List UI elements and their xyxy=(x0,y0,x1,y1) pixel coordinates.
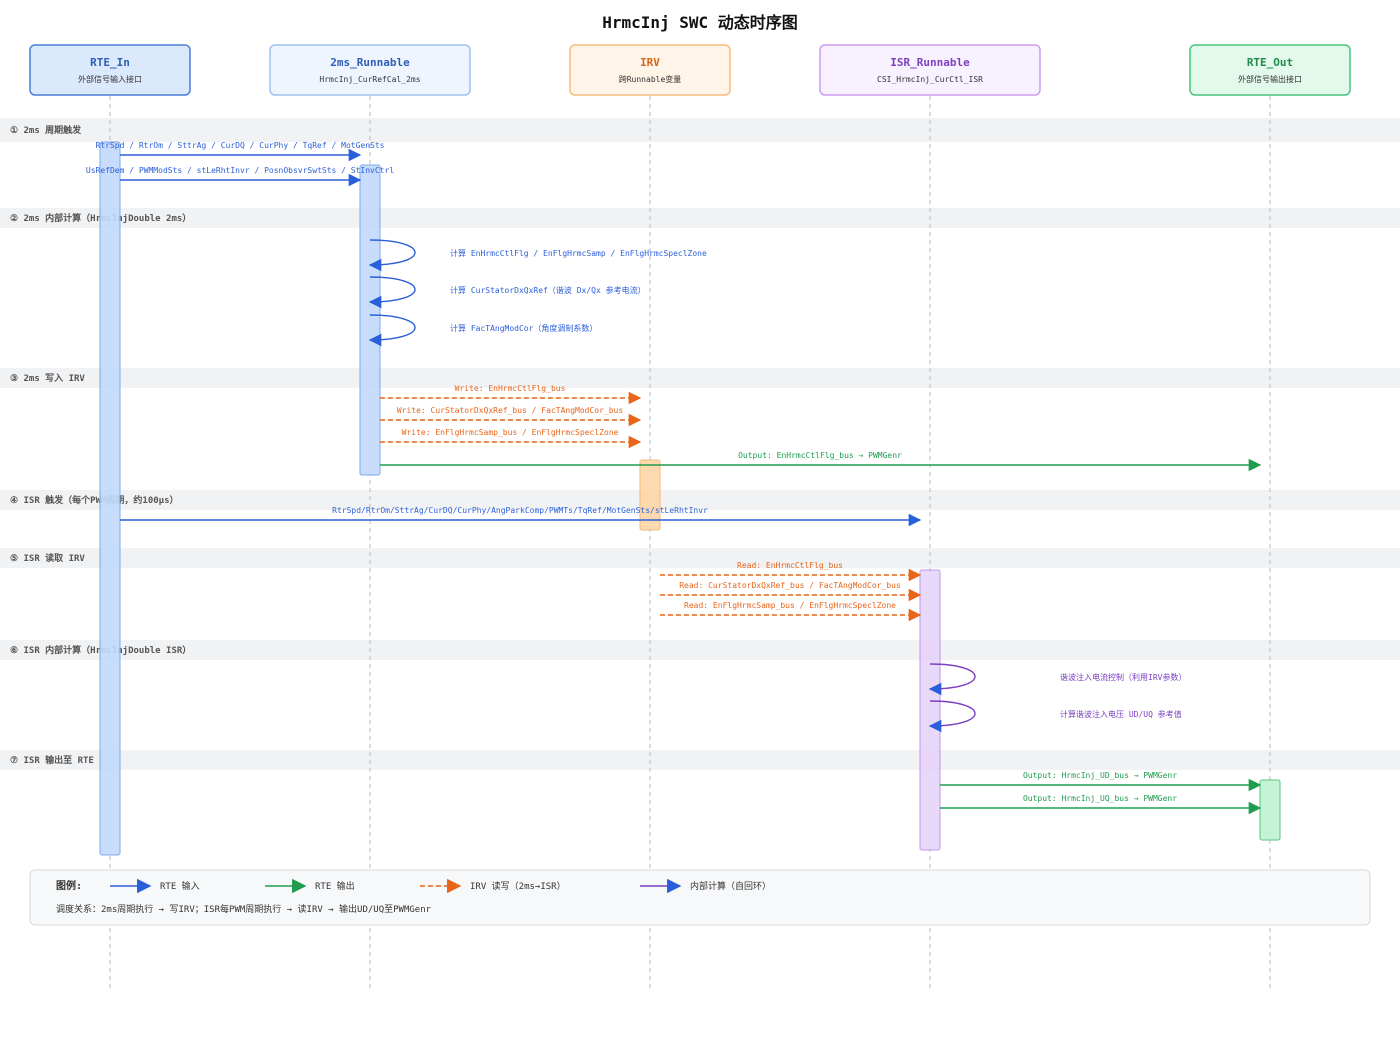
participant-name: ISR_Runnable xyxy=(890,56,970,69)
legend-note: 调度关系：2ms周期执行 → 写IRV；ISR每PWM周期执行 → 读IRV →… xyxy=(56,903,432,915)
legend-label: RTE 输入 xyxy=(160,880,200,892)
message-label: Output: HrmcInj_UQ_bus → PWMGenr xyxy=(1023,794,1177,803)
message-label: 谐波注入电流控制（利用IRV参数） xyxy=(1060,672,1186,682)
participant-box xyxy=(1189,44,1351,96)
participant-subtitle: HrmcInj_CurRefCal_2ms xyxy=(319,75,420,84)
legend-title: 图例: xyxy=(56,879,82,892)
message: RtrSpd / RtrOm / SttrAg / CurDQ / CurPhy… xyxy=(96,141,385,162)
message-label: UsRefDem / PWMModSts / stLeRhtInvr / Pos… xyxy=(86,166,394,175)
message: Output: HrmcInj_UQ_bus → PWMGenr xyxy=(940,794,1262,815)
section-band xyxy=(0,208,1400,228)
message: 谐波注入电流控制（利用IRV参数） xyxy=(928,663,1186,696)
activation-bar-rte_out xyxy=(1259,779,1281,841)
message: Write: EnFlgHrmcSamp_bus / EnFlgHrmcSpec… xyxy=(380,428,642,449)
sections-layer: ① 2ms 周期触发② 2ms 内部计算（HrmcInjDouble 2ms）③… xyxy=(0,118,1400,770)
legend-box xyxy=(29,869,1371,926)
message: 计算谐波注入电压 UD/UQ 参考值 xyxy=(928,700,1182,733)
message-label: Read: EnFlgHrmcSamp_bus / EnFlgHrmcSpecl… xyxy=(684,601,896,610)
message-label: 计算 EnHrmcCtlFlg / EnFlgHrmcSamp / EnFlgH… xyxy=(450,248,707,258)
participant-box xyxy=(269,44,471,96)
message: Output: HrmcInj_UD_bus → PWMGenr xyxy=(940,771,1262,792)
section-band xyxy=(0,118,1400,142)
message-label: RtrSpd / RtrOm / SttrAg / CurDQ / CurPhy… xyxy=(96,141,385,150)
message-label: Read: CurStatorDxQxRef_bus / FacTAngModC… xyxy=(679,581,901,590)
message: Read: EnFlgHrmcSamp_bus / EnFlgHrmcSpecl… xyxy=(660,601,922,622)
legend-label: IRV 读写（2ms→ISR） xyxy=(470,880,566,892)
legend-label: RTE 输出 xyxy=(315,880,355,892)
message: 计算 CurStatorDxQxRef（谐波 Dx/Qx 参考电流） xyxy=(368,276,646,309)
message-label: 计算 FacTAngModCor（角度调制系数） xyxy=(450,323,597,333)
diagram-title: HrmcInj SWC 动态时序图 xyxy=(602,13,798,32)
message: Output: EnHrmcCtlFlg_bus → PWMGenr xyxy=(380,451,1262,472)
participant-subtitle: 外部信号输入接口 xyxy=(78,74,142,84)
section-label: ④ ISR 触发（每个PWM周期，约100μs） xyxy=(10,494,179,506)
participant-subtitle: CSI_HrmcInj_CurCtl_ISR xyxy=(877,75,983,84)
participant-name: 2ms_Runnable xyxy=(330,56,410,69)
section-label: ⑤ ISR 读取 IRV xyxy=(10,552,85,564)
section-label: ③ 2ms 写入 IRV xyxy=(10,373,85,384)
legend: 图例: RTE 输入 RTE 输出 IRV 读写（2ms→ISR） 内部计算（自回环）… xyxy=(29,869,1371,926)
message-label: RtrSpd/RtrOm/SttrAg/CurDQ/CurPhy/AngPark… xyxy=(332,506,708,515)
lifelines-layer xyxy=(109,96,1271,990)
message: 计算 EnHrmcCtlFlg / EnFlgHrmcSamp / EnFlgH… xyxy=(368,239,707,272)
message-label: Write: EnHrmcCtlFlg_bus xyxy=(455,384,566,393)
participant-subtitle: 跨Runnable变量 xyxy=(619,74,682,84)
message-label: Read: EnHrmcCtlFlg_bus xyxy=(737,561,843,570)
message-label: Write: EnFlgHrmcSamp_bus / EnFlgHrmcSpec… xyxy=(402,428,619,437)
message: 计算 FacTAngModCor（角度调制系数） xyxy=(368,314,597,347)
section-band xyxy=(0,750,1400,770)
participant-rte_out: RTE_Out 外部信号输出接口 xyxy=(1189,44,1351,96)
section-label: ① 2ms 周期触发 xyxy=(10,124,82,136)
participant-name: IRV xyxy=(640,56,660,69)
section-label: ⑦ ISR 输出至 RTE xyxy=(10,754,94,766)
participants-layer: RTE_In 外部信号输入接口 2ms_Runnable HrmcInj_CurRef… xyxy=(29,44,1351,96)
participant-irv: IRV 跨Runnable变量 xyxy=(569,44,731,96)
legend-label: 内部计算（自回环） xyxy=(690,880,771,892)
participant-name: RTE_In xyxy=(90,56,130,69)
sequence-diagram: HrmcInj SWC 动态时序图 ① 2ms 周期触发② 2ms 内部计算（H… xyxy=(0,13,1400,990)
activation-bar-r2ms xyxy=(359,164,381,476)
participant-name: RTE_Out xyxy=(1247,56,1293,69)
message-label: Output: HrmcInj_UD_bus → PWMGenr xyxy=(1023,771,1177,780)
participant-rte_in: RTE_In 外部信号输入接口 xyxy=(29,44,191,96)
participant-box xyxy=(569,44,731,96)
participant-isr: ISR_Runnable CSI_HrmcInj_CurCtl_ISR xyxy=(819,44,1041,96)
activation-bar-isr xyxy=(919,569,941,851)
message-label: 计算 CurStatorDxQxRef（谐波 Dx/Qx 参考电流） xyxy=(450,285,646,295)
messages-layer: RtrSpd / RtrOm / SttrAg / CurDQ / CurPhy… xyxy=(86,141,1262,815)
activation-bar-rte_in xyxy=(99,141,121,856)
section-band xyxy=(0,640,1400,660)
participant-subtitle: 外部信号输出接口 xyxy=(1238,74,1302,84)
participant-box xyxy=(819,44,1041,96)
section-band xyxy=(0,368,1400,388)
message-label: 计算谐波注入电压 UD/UQ 参考值 xyxy=(1060,709,1182,719)
message-label: Write: CurStatorDxQxRef_bus / FacTAngMod… xyxy=(397,406,624,415)
participant-box xyxy=(29,44,191,96)
message: Write: CurStatorDxQxRef_bus / FacTAngMod… xyxy=(380,406,642,427)
participant-r2ms: 2ms_Runnable HrmcInj_CurRefCal_2ms xyxy=(269,44,471,96)
message-label: Output: EnHrmcCtlFlg_bus → PWMGenr xyxy=(738,451,902,460)
message: Read: CurStatorDxQxRef_bus / FacTAngModC… xyxy=(660,581,922,602)
message: UsRefDem / PWMModSts / stLeRhtInvr / Pos… xyxy=(86,166,394,187)
section-band xyxy=(0,548,1400,568)
